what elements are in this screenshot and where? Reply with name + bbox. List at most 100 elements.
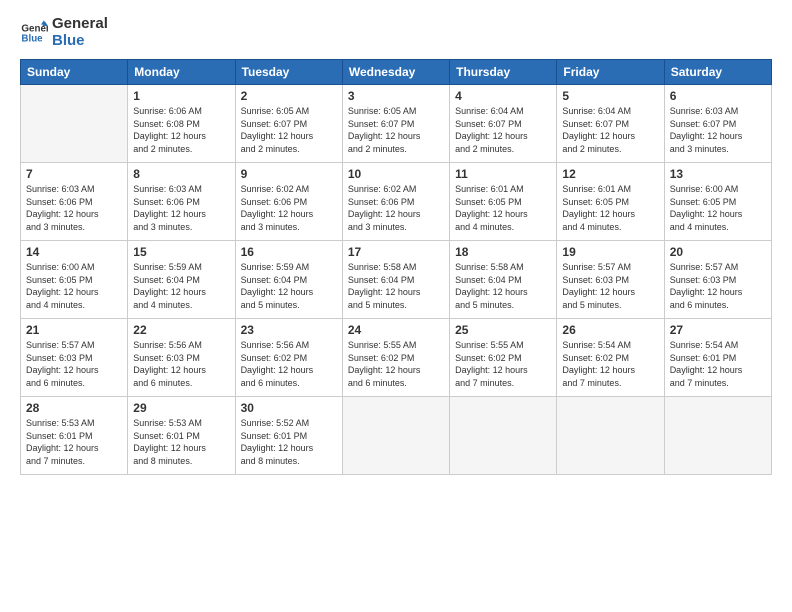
calendar-cell: 20 Sunrise: 5:57 AMSunset: 6:03 PMDayligh…	[664, 241, 771, 319]
calendar-cell: 30 Sunrise: 5:52 AMSunset: 6:01 PMDayligh…	[235, 397, 342, 475]
calendar-cell: 23Sunrise: 5:56 AMSunset: 6:02 PMDayligh…	[235, 319, 342, 397]
day-info: Sunrise: 5:59 AMSunset: 6:04 PMDaylight:…	[133, 261, 229, 311]
day-info: Sunrise: 5:58 AMSunset: 6:04 PMDaylight:…	[455, 261, 551, 311]
day-number: 23	[241, 323, 337, 337]
day-number: 29	[133, 401, 229, 415]
day-info: Sunrise: 6:05 AMSunset: 6:07 PMDaylight:…	[241, 105, 337, 155]
day-number: 22	[133, 323, 229, 337]
day-info: Sunrise: 6:05 AMSunset: 6:07 PMDaylight:…	[348, 105, 444, 155]
calendar-cell: 10 Sunrise: 6:02 AMSunset: 6:06 PMDayligh…	[342, 163, 449, 241]
day-info: Sunrise: 6:00 AMSunset: 6:05 PMDaylight:…	[670, 183, 766, 233]
day-info: Sunrise: 5:57 AMSunset: 6:03 PMDaylight:…	[670, 261, 766, 311]
calendar-cell	[342, 397, 449, 475]
day-info: Sunrise: 5:58 AMSunset: 6:04 PMDaylight:…	[348, 261, 444, 311]
day-number: 14	[26, 245, 122, 259]
day-info: Sunrise: 5:53 AMSunset: 6:01 PMDaylight:…	[133, 417, 229, 467]
day-number: 5	[562, 89, 658, 103]
calendar-cell	[557, 397, 664, 475]
calendar-cell: 15 Sunrise: 5:59 AMSunset: 6:04 PMDayligh…	[128, 241, 235, 319]
day-number: 15	[133, 245, 229, 259]
calendar-week-row: 28 Sunrise: 5:53 AMSunset: 6:01 PMDayligh…	[21, 397, 772, 475]
calendar-cell: 25 Sunrise: 5:55 AMSunset: 6:02 PMDayligh…	[450, 319, 557, 397]
calendar-cell: 22Sunrise: 5:56 AMSunset: 6:03 PMDayligh…	[128, 319, 235, 397]
weekday-header-tuesday: Tuesday	[235, 60, 342, 85]
calendar-cell: 14 Sunrise: 6:00 AMSunset: 6:05 PMDayligh…	[21, 241, 128, 319]
day-number: 17	[348, 245, 444, 259]
day-number: 20	[670, 245, 766, 259]
day-number: 4	[455, 89, 551, 103]
calendar-cell: 3 Sunrise: 6:05 AMSunset: 6:07 PMDaylight…	[342, 85, 449, 163]
day-info: Sunrise: 5:54 AMSunset: 6:02 PMDaylight:…	[562, 339, 658, 389]
day-number: 28	[26, 401, 122, 415]
day-info: Sunrise: 6:04 AMSunset: 6:07 PMDaylight:…	[455, 105, 551, 155]
day-number: 27	[670, 323, 766, 337]
day-number: 12	[562, 167, 658, 181]
calendar-cell: 21Sunrise: 5:57 AMSunset: 6:03 PMDayligh…	[21, 319, 128, 397]
calendar-cell: 28 Sunrise: 5:53 AMSunset: 6:01 PMDayligh…	[21, 397, 128, 475]
day-number: 11	[455, 167, 551, 181]
weekday-header-thursday: Thursday	[450, 60, 557, 85]
day-number: 16	[241, 245, 337, 259]
weekday-header-friday: Friday	[557, 60, 664, 85]
calendar-week-row: 1 Sunrise: 6:06 AMSunset: 6:08 PMDaylight…	[21, 85, 772, 163]
page: General Blue General Blue SundayMondayTu…	[0, 0, 792, 612]
day-info: Sunrise: 6:06 AMSunset: 6:08 PMDaylight:…	[133, 105, 229, 155]
day-info: Sunrise: 6:03 AMSunset: 6:06 PMDaylight:…	[133, 183, 229, 233]
calendar-cell: 29 Sunrise: 5:53 AMSunset: 6:01 PMDayligh…	[128, 397, 235, 475]
day-number: 2	[241, 89, 337, 103]
day-info: Sunrise: 5:53 AMSunset: 6:01 PMDaylight:…	[26, 417, 122, 467]
calendar-cell: 19Sunrise: 5:57 AMSunset: 6:03 PMDayligh…	[557, 241, 664, 319]
logo-icon: General Blue	[20, 19, 48, 47]
calendar-cell	[21, 85, 128, 163]
calendar-cell: 16Sunrise: 5:59 AMSunset: 6:04 PMDayligh…	[235, 241, 342, 319]
weekday-header-monday: Monday	[128, 60, 235, 85]
day-info: Sunrise: 5:52 AMSunset: 6:01 PMDaylight:…	[241, 417, 337, 467]
calendar-cell: 13 Sunrise: 6:00 AMSunset: 6:05 PMDayligh…	[664, 163, 771, 241]
calendar-cell: 1 Sunrise: 6:06 AMSunset: 6:08 PMDaylight…	[128, 85, 235, 163]
day-info: Sunrise: 6:00 AMSunset: 6:05 PMDaylight:…	[26, 261, 122, 311]
calendar-cell: 11Sunrise: 6:01 AMSunset: 6:05 PMDayligh…	[450, 163, 557, 241]
calendar-cell: 7Sunrise: 6:03 AMSunset: 6:06 PMDaylight…	[21, 163, 128, 241]
weekday-header-saturday: Saturday	[664, 60, 771, 85]
day-number: 6	[670, 89, 766, 103]
calendar-table: SundayMondayTuesdayWednesdayThursdayFrid…	[20, 59, 772, 475]
calendar-cell: 6Sunrise: 6:03 AMSunset: 6:07 PMDaylight…	[664, 85, 771, 163]
day-number: 7	[26, 167, 122, 181]
day-info: Sunrise: 6:02 AMSunset: 6:06 PMDaylight:…	[241, 183, 337, 233]
day-info: Sunrise: 5:55 AMSunset: 6:02 PMDaylight:…	[348, 339, 444, 389]
calendar-week-row: 21Sunrise: 5:57 AMSunset: 6:03 PMDayligh…	[21, 319, 772, 397]
day-number: 24	[348, 323, 444, 337]
calendar-cell: 24 Sunrise: 5:55 AMSunset: 6:02 PMDayligh…	[342, 319, 449, 397]
day-number: 10	[348, 167, 444, 181]
calendar-cell: 9 Sunrise: 6:02 AMSunset: 6:06 PMDaylight…	[235, 163, 342, 241]
calendar-cell: 2 Sunrise: 6:05 AMSunset: 6:07 PMDaylight…	[235, 85, 342, 163]
calendar-cell: 4 Sunrise: 6:04 AMSunset: 6:07 PMDaylight…	[450, 85, 557, 163]
calendar-cell	[664, 397, 771, 475]
day-number: 9	[241, 167, 337, 181]
day-number: 18	[455, 245, 551, 259]
day-info: Sunrise: 6:04 AMSunset: 6:07 PMDaylight:…	[562, 105, 658, 155]
day-number: 8	[133, 167, 229, 181]
day-info: Sunrise: 5:54 AMSunset: 6:01 PMDaylight:…	[670, 339, 766, 389]
logo: General Blue General Blue	[20, 16, 108, 49]
day-info: Sunrise: 5:57 AMSunset: 6:03 PMDaylight:…	[562, 261, 658, 311]
svg-text:Blue: Blue	[21, 33, 43, 44]
day-number: 30	[241, 401, 337, 415]
weekday-header-sunday: Sunday	[21, 60, 128, 85]
day-info: Sunrise: 5:55 AMSunset: 6:02 PMDaylight:…	[455, 339, 551, 389]
calendar-cell: 17 Sunrise: 5:58 AMSunset: 6:04 PMDayligh…	[342, 241, 449, 319]
weekday-header-wednesday: Wednesday	[342, 60, 449, 85]
day-number: 25	[455, 323, 551, 337]
calendar-cell: 8 Sunrise: 6:03 AMSunset: 6:06 PMDaylight…	[128, 163, 235, 241]
calendar-header-row: SundayMondayTuesdayWednesdayThursdayFrid…	[21, 60, 772, 85]
calendar-cell: 12Sunrise: 6:01 AMSunset: 6:05 PMDayligh…	[557, 163, 664, 241]
day-info: Sunrise: 6:02 AMSunset: 6:06 PMDaylight:…	[348, 183, 444, 233]
calendar-cell	[450, 397, 557, 475]
calendar-week-row: 7 Sunrise: 6:03 AMSunset: 6:06 PMDaylight…	[21, 163, 772, 241]
day-number: 13	[670, 167, 766, 181]
day-number: 1	[133, 89, 229, 103]
day-number: 21	[26, 323, 122, 337]
calendar-cell: 5 Sunrise: 6:04 AMSunset: 6:07 PMDaylight…	[557, 85, 664, 163]
day-number: 26	[562, 323, 658, 337]
day-number: 3	[348, 89, 444, 103]
